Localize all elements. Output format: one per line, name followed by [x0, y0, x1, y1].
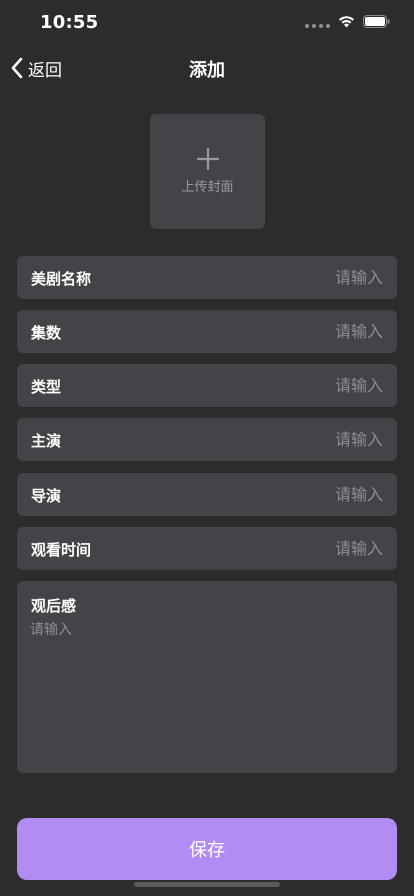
field-label: 美剧名称 — [31, 270, 92, 288]
watch-time-input[interactable] — [183, 535, 383, 562]
field-label: 集数 — [31, 324, 62, 342]
field-label: 导演 — [31, 487, 62, 505]
plus-icon — [196, 148, 219, 170]
field-cast: 主演 — [17, 418, 397, 461]
field-watch-time: 观看时间 — [17, 527, 397, 570]
review-section: 观后感 — [17, 581, 397, 773]
cast-input[interactable] — [183, 426, 383, 453]
show-name-input[interactable] — [183, 264, 383, 291]
review-textarea[interactable] — [30, 619, 384, 759]
navigation-bar: 返回 添加 — [0, 46, 414, 90]
battery-icon — [363, 15, 390, 28]
status-time: 10:55 — [40, 12, 99, 33]
review-label: 观后感 — [31, 597, 77, 615]
cellular-signal-icon — [305, 16, 330, 28]
episodes-input[interactable] — [183, 318, 383, 345]
field-genre: 类型 — [17, 364, 397, 407]
field-show-name: 美剧名称 — [17, 256, 397, 299]
status-bar: 10:55 — [0, 0, 414, 46]
director-input[interactable] — [183, 481, 383, 508]
genre-input[interactable] — [183, 372, 383, 399]
status-icons — [305, 15, 390, 28]
wifi-icon — [339, 16, 354, 28]
save-button[interactable]: 保存 — [17, 818, 397, 880]
field-label: 主演 — [31, 432, 62, 450]
field-director: 导演 — [17, 473, 397, 516]
field-label: 观看时间 — [31, 541, 92, 559]
upload-cover-label: 上传封面 — [181, 180, 234, 195]
field-label: 类型 — [31, 378, 62, 396]
field-episodes: 集数 — [17, 310, 397, 353]
page-title: 添加 — [189, 60, 225, 81]
home-indicator — [134, 882, 280, 887]
upload-cover-button[interactable]: 上传封面 — [150, 114, 265, 229]
